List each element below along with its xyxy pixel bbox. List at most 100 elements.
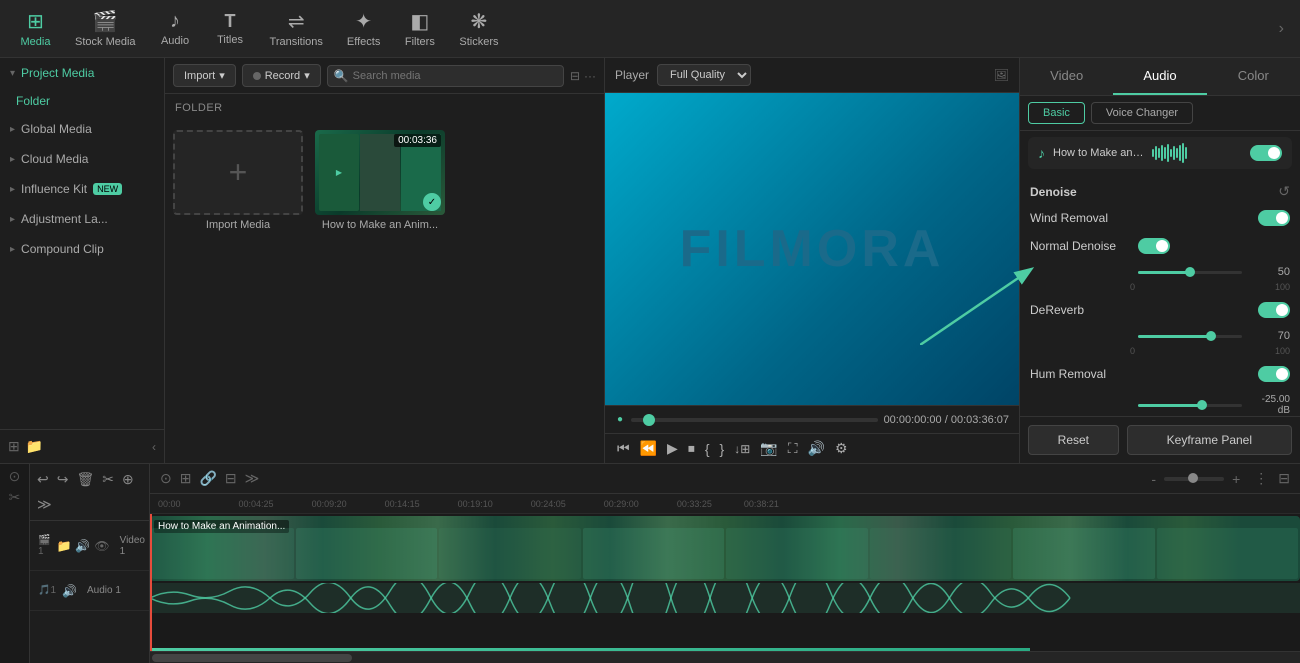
nav-more-button[interactable]: › [1271,20,1292,38]
folder-icon[interactable]: 📁 [26,438,43,455]
dereverb-max-label: 100 [1275,346,1290,356]
timeline-scroll-thumb[interactable] [152,654,352,662]
normal-denoise-slider[interactable] [1138,271,1242,274]
search-input[interactable] [353,70,557,82]
time-slider[interactable] [631,418,878,422]
ruler-mark-0: 00:00 [154,499,185,509]
reset-button[interactable]: Reset [1028,425,1119,455]
tab-audio[interactable]: Audio [1113,58,1206,95]
normal-denoise-slider-row: 50 [1020,260,1300,284]
normal-denoise-toggle[interactable] [1138,238,1170,254]
redo-icon[interactable]: ↪ [54,468,72,491]
zoom-in-icon[interactable]: + [1230,469,1242,489]
nav-audio[interactable]: ♪ Audio [148,6,203,51]
transitions-icon: ⇌ [288,9,305,34]
nav-stickers[interactable]: ❋ Stickers [447,5,510,52]
tab-video[interactable]: Video [1020,58,1113,95]
import-media-item[interactable]: + Import Media [173,130,303,231]
cut-icon[interactable]: ✂ [99,468,117,491]
timeline-settings-icon[interactable]: ⋮ [1252,468,1270,489]
video-duration: 00:03:36 [394,134,441,147]
normal-denoise-fill [1138,271,1190,274]
sidebar-item-compound-clip[interactable]: ▸ Compound Clip [0,234,164,264]
timeline-link-icon[interactable]: 🔗 [197,468,218,489]
split-icon[interactable]: ⊕ [119,468,137,491]
timeline-collapse-icon[interactable]: ⊟ [1276,468,1292,489]
audio-button[interactable]: 🔊 [806,438,827,459]
timeline-scrollbar[interactable] [150,651,1300,663]
audio1-icon[interactable]: 🔊 [62,584,77,598]
plus-icon: + [229,154,248,191]
audio1-number: 🎵1 [38,585,56,596]
effects-icon: ✦ [355,9,372,34]
nav-effects[interactable]: ✦ Effects [335,5,392,52]
blade-icon[interactable]: ✂ [9,489,21,506]
denoise-reset-icon[interactable]: ↺ [1278,183,1290,200]
snapshot-button[interactable]: 📷 [758,438,779,459]
sidebar-item-project-media[interactable]: ▾ Project Media [0,58,164,88]
video-media-item[interactable]: ▶ 00:03:36 ✓ How to Make an Anim... [315,130,445,231]
timeline-split-icon[interactable]: ⊟ [223,468,239,489]
more-icon[interactable]: ··· [584,69,596,83]
magnet-icon[interactable]: ⊙ [9,468,21,485]
tab-color[interactable]: Color [1207,58,1300,95]
eye-icon[interactable]: 👁 [94,539,109,553]
audio-icon: ♪ [170,10,180,33]
delete-icon[interactable]: 🗑 [73,468,97,491]
add-folder-icon[interactable]: ⊞ [8,438,20,455]
more-tools-icon[interactable]: ≫ [34,493,55,516]
hum-removal-slider[interactable] [1138,404,1242,407]
audio-waveform-track[interactable] [150,583,1300,613]
folder-small-icon[interactable]: 📁 [56,539,71,553]
sub-tab-basic[interactable]: Basic [1028,102,1085,124]
sidebar-item-influence-kit[interactable]: ▸ Influence Kit NEW [0,174,164,204]
dereverb-slider[interactable] [1138,335,1242,338]
sub-tab-voice-changer[interactable]: Voice Changer [1091,102,1193,124]
hum-removal-toggle[interactable] [1258,366,1290,382]
nav-transitions-label: Transitions [270,36,323,48]
record-button[interactable]: Record ▾ [242,64,321,87]
sidebar-item-adjustment[interactable]: ▸ Adjustment La... [0,204,164,234]
insert-button[interactable]: ↓⊞ [732,440,752,458]
nav-transitions[interactable]: ⇌ Transitions [258,5,335,52]
play-button[interactable]: ▶ [665,438,680,459]
nav-filters[interactable]: ◧ Filters [392,5,447,52]
sidebar-item-global-media[interactable]: ▸ Global Media [0,114,164,144]
timeline-magnet-icon[interactable]: ⊙ [158,468,174,489]
wind-removal-toggle[interactable] [1258,210,1290,226]
nav-titles[interactable]: T Titles [203,7,258,50]
track-enable-toggle[interactable] [1250,145,1282,161]
sidebar-folder[interactable]: Folder [0,88,164,114]
keyframe-panel-button[interactable]: Keyframe Panel [1127,425,1292,455]
timeline-more-icon[interactable]: ≫ [243,468,262,489]
search-box[interactable]: 🔍 [327,65,564,87]
skip-back-button[interactable]: ⏮ [615,438,632,459]
video-track[interactable]: How to Make an Animation... [150,516,1300,581]
fullscreen-button[interactable]: ⛶ [786,438,800,459]
waveform-bar [1173,146,1175,160]
dereverb-toggle[interactable] [1258,302,1290,318]
sidebar: ▾ Project Media Folder ▸ Global Media ▸ … [0,58,165,463]
collapse-sidebar-icon[interactable]: ‹ [152,440,156,454]
quality-select[interactable]: Full Quality [657,64,751,86]
undo-icon[interactable]: ↩ [34,468,52,491]
import-button[interactable]: Import ▾ [173,64,236,87]
zoom-out-icon[interactable]: - [1149,469,1158,489]
preview-icon[interactable]: 🖼 [994,68,1009,82]
zoom-slider[interactable] [1164,477,1224,481]
audio-small-icon[interactable]: 🔊 [75,539,90,553]
stop-button[interactable]: ⏹ [686,438,697,459]
import-chevron-icon: ▾ [219,69,225,82]
settings-button[interactable]: ⚙ [833,438,850,459]
mark-in-button[interactable]: { [703,439,712,459]
timeline-playhead[interactable] [150,514,152,651]
sidebar-item-cloud-media[interactable]: ▸ Cloud Media [0,144,164,174]
mark-out-button[interactable]: } [718,439,727,459]
nav-media[interactable]: ⊞ Media [8,5,63,52]
timeline-group-icon[interactable]: ⊞ [178,468,194,489]
record-label: Record [265,70,300,82]
arrow-icon: ▾ [10,68,15,79]
nav-stock-media[interactable]: 🎬 Stock Media [63,5,148,52]
frame-back-button[interactable]: ⏪ [638,438,659,459]
filter-icon[interactable]: ⊟ [570,69,580,83]
